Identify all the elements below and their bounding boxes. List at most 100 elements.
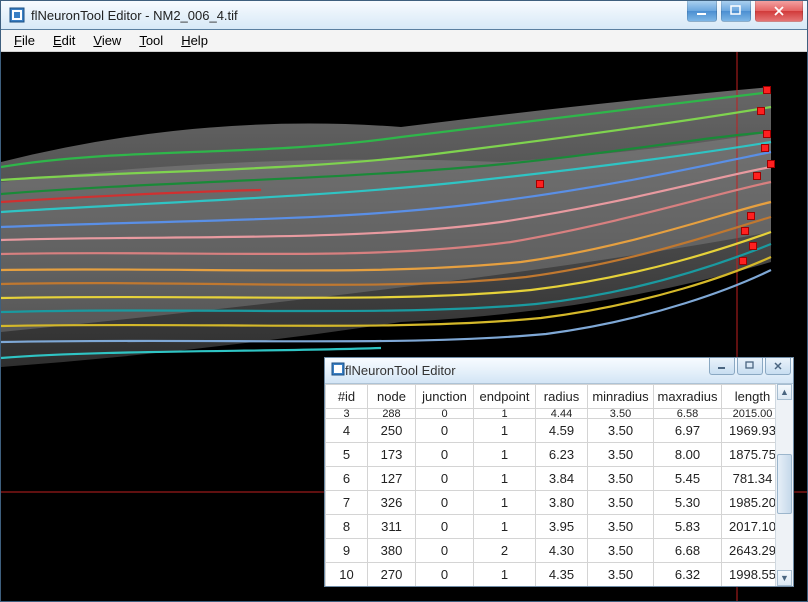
minimize-button[interactable] <box>687 1 717 22</box>
cell-junction[interactable]: 0 <box>416 491 474 515</box>
cell-minradius[interactable]: 3.50 <box>588 419 654 443</box>
col-length[interactable]: length <box>722 385 776 409</box>
cell-radius[interactable]: 3.80 <box>536 491 588 515</box>
cell-length[interactable]: 1875.75 <box>722 443 776 467</box>
cell-radius[interactable]: 6.23 <box>536 443 588 467</box>
cell-endpoint[interactable]: 1 <box>474 443 536 467</box>
cell-node[interactable]: 127 <box>368 467 416 491</box>
cell-node[interactable]: 326 <box>368 491 416 515</box>
cell-radius[interactable]: 4.30 <box>536 539 588 563</box>
sub-minimize-button[interactable] <box>709 358 735 375</box>
endpoint-marker[interactable] <box>747 212 755 220</box>
cell-minradius[interactable]: 3.50 <box>588 539 654 563</box>
cell-maxradius[interactable]: 5.45 <box>654 467 722 491</box>
menu-file[interactable]: File <box>6 31 43 50</box>
cell-radius[interactable]: 4.35 <box>536 563 588 587</box>
cell-junction[interactable]: 0 <box>416 419 474 443</box>
cell-node[interactable]: 311 <box>368 515 416 539</box>
cell-length[interactable]: 1998.55 <box>722 563 776 587</box>
col-id[interactable]: #id <box>326 385 368 409</box>
cell-radius[interactable]: 4.44 <box>536 409 588 419</box>
sub-close-button[interactable] <box>765 358 791 375</box>
col-radius[interactable]: radius <box>536 385 588 409</box>
endpoint-marker[interactable] <box>536 180 544 188</box>
endpoint-marker[interactable] <box>749 242 757 250</box>
cell-endpoint[interactable]: 1 <box>474 409 536 419</box>
cell-length[interactable]: 2017.10 <box>722 515 776 539</box>
endpoint-marker[interactable] <box>741 227 749 235</box>
cell-node[interactable]: 270 <box>368 563 416 587</box>
cell-maxradius[interactable]: 6.58 <box>654 409 722 419</box>
cell-junction[interactable]: 0 <box>416 467 474 491</box>
cell-junction[interactable]: 0 <box>416 563 474 587</box>
cell-length[interactable]: 2015.00 <box>722 409 776 419</box>
cell-node[interactable]: 380 <box>368 539 416 563</box>
cell-node[interactable]: 250 <box>368 419 416 443</box>
cell-endpoint[interactable]: 1 <box>474 419 536 443</box>
endpoint-marker[interactable] <box>763 86 771 94</box>
cell-radius[interactable]: 3.84 <box>536 467 588 491</box>
cell-endpoint[interactable]: 1 <box>474 467 536 491</box>
cell-id[interactable]: 10 <box>326 563 368 587</box>
table-row[interactable]: 6127013.843.505.45781.34 <box>326 467 776 491</box>
cell-length[interactable]: 2643.29 <box>722 539 776 563</box>
endpoint-marker[interactable] <box>767 160 775 168</box>
neuron-data-table[interactable]: #id node junction endpoint radius minrad… <box>325 384 775 586</box>
cell-length[interactable]: 781.34 <box>722 467 776 491</box>
table-row[interactable]: 7326013.803.505.301985.20 <box>326 491 776 515</box>
cell-radius[interactable]: 3.95 <box>536 515 588 539</box>
cell-node[interactable]: 173 <box>368 443 416 467</box>
cell-id[interactable]: 7 <box>326 491 368 515</box>
menu-view[interactable]: View <box>85 31 129 50</box>
cell-endpoint[interactable]: 1 <box>474 563 536 587</box>
table-row[interactable]: 10270014.353.506.321998.55 <box>326 563 776 587</box>
cell-junction[interactable]: 0 <box>416 409 474 419</box>
cell-radius[interactable]: 4.59 <box>536 419 588 443</box>
cell-id[interactable]: 6 <box>326 467 368 491</box>
table-row[interactable]: 8311013.953.505.832017.10 <box>326 515 776 539</box>
scroll-up-button[interactable]: ▲ <box>777 384 792 400</box>
cell-id[interactable]: 4 <box>326 419 368 443</box>
cell-maxradius[interactable]: 6.32 <box>654 563 722 587</box>
endpoint-marker[interactable] <box>763 130 771 138</box>
cell-minradius[interactable]: 3.50 <box>588 467 654 491</box>
cell-minradius[interactable]: 3.50 <box>588 409 654 419</box>
col-maxradius[interactable]: maxradius <box>654 385 722 409</box>
cell-id[interactable]: 9 <box>326 539 368 563</box>
cell-minradius[interactable]: 3.50 <box>588 563 654 587</box>
col-endpoint[interactable]: endpoint <box>474 385 536 409</box>
cell-id[interactable]: 8 <box>326 515 368 539</box>
cell-node[interactable]: 288 <box>368 409 416 419</box>
col-node[interactable]: node <box>368 385 416 409</box>
cell-maxradius[interactable]: 8.00 <box>654 443 722 467</box>
cell-maxradius[interactable]: 5.83 <box>654 515 722 539</box>
menu-edit[interactable]: Edit <box>45 31 83 50</box>
endpoint-marker[interactable] <box>753 172 761 180</box>
cell-id[interactable]: 5 <box>326 443 368 467</box>
menu-help[interactable]: Help <box>173 31 216 50</box>
cell-minradius[interactable]: 3.50 <box>588 443 654 467</box>
cell-junction[interactable]: 0 <box>416 443 474 467</box>
cell-endpoint[interactable]: 1 <box>474 491 536 515</box>
table-scrollbar[interactable]: ▲ ▼ <box>775 384 793 586</box>
sub-titlebar[interactable]: flNeuronTool Editor <box>325 358 793 384</box>
endpoint-marker[interactable] <box>739 257 747 265</box>
scroll-down-button[interactable]: ▼ <box>777 570 792 586</box>
table-row[interactable]: 5173016.233.508.001875.75 <box>326 443 776 467</box>
cell-maxradius[interactable]: 6.68 <box>654 539 722 563</box>
endpoint-marker[interactable] <box>757 107 765 115</box>
cell-id[interactable]: 3 <box>326 409 368 419</box>
cell-minradius[interactable]: 3.50 <box>588 491 654 515</box>
col-junction[interactable]: junction <box>416 385 474 409</box>
table-row[interactable]: 9380024.303.506.682643.29 <box>326 539 776 563</box>
cell-length[interactable]: 1969.93 <box>722 419 776 443</box>
endpoint-marker[interactable] <box>761 144 769 152</box>
cell-endpoint[interactable]: 2 <box>474 539 536 563</box>
cell-minradius[interactable]: 3.50 <box>588 515 654 539</box>
cell-maxradius[interactable]: 6.97 <box>654 419 722 443</box>
menu-tool[interactable]: Tool <box>131 31 171 50</box>
cell-junction[interactable]: 0 <box>416 539 474 563</box>
col-minradius[interactable]: minradius <box>588 385 654 409</box>
scroll-thumb[interactable] <box>777 454 792 514</box>
cell-maxradius[interactable]: 5.30 <box>654 491 722 515</box>
